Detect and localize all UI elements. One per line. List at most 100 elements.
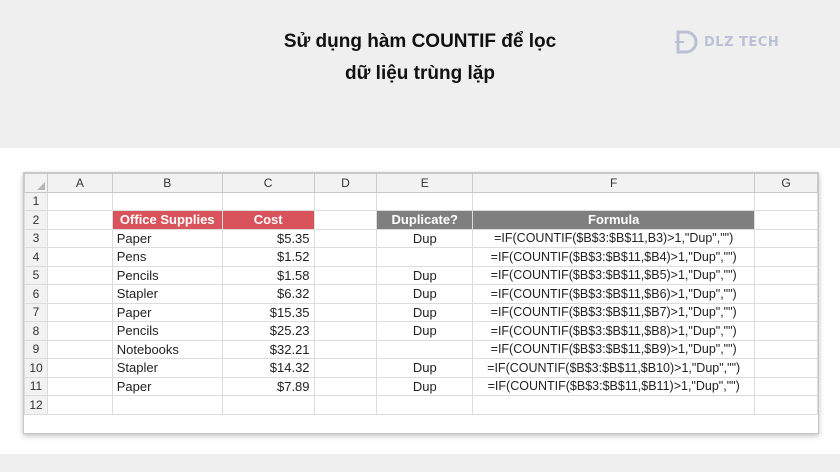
cell[interactable]	[313, 228, 378, 248]
duplicate-cell[interactable]	[376, 339, 474, 359]
cell[interactable]	[376, 191, 474, 211]
row-header[interactable]: 12	[24, 395, 48, 415]
cell[interactable]	[46, 376, 113, 396]
cell[interactable]	[754, 302, 818, 322]
select-all-corner[interactable]	[24, 173, 48, 193]
item-cell[interactable]: Paper	[111, 376, 223, 396]
cell[interactable]	[313, 265, 378, 285]
cost-cell[interactable]: $1.58	[221, 265, 315, 285]
cell[interactable]	[221, 395, 315, 415]
item-cell[interactable]: Stapler	[111, 284, 223, 304]
cell[interactable]	[754, 265, 818, 285]
cell[interactable]	[46, 247, 113, 267]
row-header[interactable]: 7	[24, 302, 48, 322]
row-header[interactable]: 1	[24, 191, 48, 211]
row-header[interactable]: 10	[24, 358, 48, 378]
cell[interactable]	[46, 358, 113, 378]
cell[interactable]	[754, 358, 818, 378]
item-cell[interactable]: Pencils	[111, 321, 223, 341]
cell[interactable]	[46, 321, 113, 341]
row-header[interactable]: 3	[24, 228, 48, 248]
row-header[interactable]: 11	[24, 376, 48, 396]
item-cell[interactable]: Paper	[111, 228, 223, 248]
formula-header[interactable]: Formula	[472, 210, 756, 230]
column-header-a[interactable]: A	[46, 173, 113, 193]
formula-cell[interactable]: =IF(COUNTIF($B$3:$B$11,$B9)>1,"Dup","")	[472, 339, 756, 359]
column-header-e[interactable]: E	[376, 173, 474, 193]
cell[interactable]	[754, 210, 818, 230]
cell[interactable]	[313, 247, 378, 267]
row-header[interactable]: 9	[24, 339, 48, 359]
cell[interactable]	[46, 302, 113, 322]
cell[interactable]	[313, 358, 378, 378]
cell[interactable]	[754, 376, 818, 396]
column-header-b[interactable]: B	[111, 173, 223, 193]
duplicate-cell[interactable]: Dup	[376, 228, 474, 248]
item-cell[interactable]: Paper	[111, 302, 223, 322]
duplicate-cell[interactable]: Dup	[376, 358, 474, 378]
cell[interactable]	[46, 265, 113, 285]
cell[interactable]	[754, 321, 818, 341]
duplicate-cell[interactable]: Dup	[376, 265, 474, 285]
item-cell[interactable]: Pens	[111, 247, 223, 267]
formula-cell[interactable]: =IF(COUNTIF($B$3:$B$11,$B10)>1,"Dup","")	[472, 358, 756, 378]
cell[interactable]	[754, 228, 818, 248]
cell[interactable]	[472, 191, 756, 211]
cell[interactable]	[46, 339, 113, 359]
formula-cell[interactable]: =IF(COUNTIF($B$3:$B$11,B3)>1,"Dup","")	[472, 228, 756, 248]
cost-cell[interactable]: $6.32	[221, 284, 315, 304]
cost-cell[interactable]: $32.21	[221, 339, 315, 359]
row-header[interactable]: 4	[24, 247, 48, 267]
column-header-d[interactable]: D	[313, 173, 378, 193]
cost-cell[interactable]: $7.89	[221, 376, 315, 396]
formula-cell[interactable]: =IF(COUNTIF($B$3:$B$11,$B6)>1,"Dup","")	[472, 284, 756, 304]
cell[interactable]	[313, 339, 378, 359]
cell[interactable]	[754, 284, 818, 304]
column-header-c[interactable]: C	[221, 173, 315, 193]
column-header-g[interactable]: G	[754, 173, 818, 193]
row-header[interactable]: 2	[24, 210, 48, 230]
item-cell[interactable]: Stapler	[111, 358, 223, 378]
formula-cell[interactable]: =IF(COUNTIF($B$3:$B$11,$B4)>1,"Dup","")	[472, 247, 756, 267]
cell[interactable]	[221, 191, 315, 211]
cell[interactable]	[46, 191, 113, 211]
cost-cell[interactable]: $1.52	[221, 247, 315, 267]
cell[interactable]	[111, 395, 223, 415]
cell[interactable]	[313, 321, 378, 341]
cell[interactable]	[313, 210, 378, 230]
duplicate-cell[interactable]: Dup	[376, 376, 474, 396]
row-header[interactable]: 5	[24, 265, 48, 285]
row-header[interactable]: 8	[24, 321, 48, 341]
cell[interactable]	[46, 228, 113, 248]
cost-cell[interactable]: $25.23	[221, 321, 315, 341]
duplicate-header[interactable]: Duplicate?	[376, 210, 474, 230]
row-header[interactable]: 6	[24, 284, 48, 304]
item-cell[interactable]: Notebooks	[111, 339, 223, 359]
duplicate-cell[interactable]	[376, 247, 474, 267]
cell[interactable]	[754, 191, 818, 211]
duplicate-cell[interactable]: Dup	[376, 321, 474, 341]
formula-cell[interactable]: =IF(COUNTIF($B$3:$B$11,$B5)>1,"Dup","")	[472, 265, 756, 285]
cell[interactable]	[376, 395, 474, 415]
duplicate-cell[interactable]: Dup	[376, 284, 474, 304]
cost-cell[interactable]: $15.35	[221, 302, 315, 322]
cost-cell[interactable]: $5.35	[221, 228, 315, 248]
cell[interactable]	[46, 395, 113, 415]
duplicate-cell[interactable]: Dup	[376, 302, 474, 322]
cell[interactable]	[313, 284, 378, 304]
cell[interactable]	[313, 302, 378, 322]
formula-cell[interactable]: =IF(COUNTIF($B$3:$B$11,$B11)>1,"Dup","")	[472, 376, 756, 396]
cost-header[interactable]: Cost	[221, 210, 315, 230]
office-supplies-header[interactable]: Office Supplies	[111, 210, 223, 230]
cell[interactable]	[313, 376, 378, 396]
cell[interactable]	[754, 247, 818, 267]
item-cell[interactable]: Pencils	[111, 265, 223, 285]
cell[interactable]	[313, 191, 378, 211]
column-header-f[interactable]: F	[472, 173, 756, 193]
cell[interactable]	[313, 395, 378, 415]
cell[interactable]	[754, 395, 818, 415]
cell[interactable]	[472, 395, 756, 415]
cell[interactable]	[46, 284, 113, 304]
cell[interactable]	[754, 339, 818, 359]
formula-cell[interactable]: =IF(COUNTIF($B$3:$B$11,$B8)>1,"Dup","")	[472, 321, 756, 341]
